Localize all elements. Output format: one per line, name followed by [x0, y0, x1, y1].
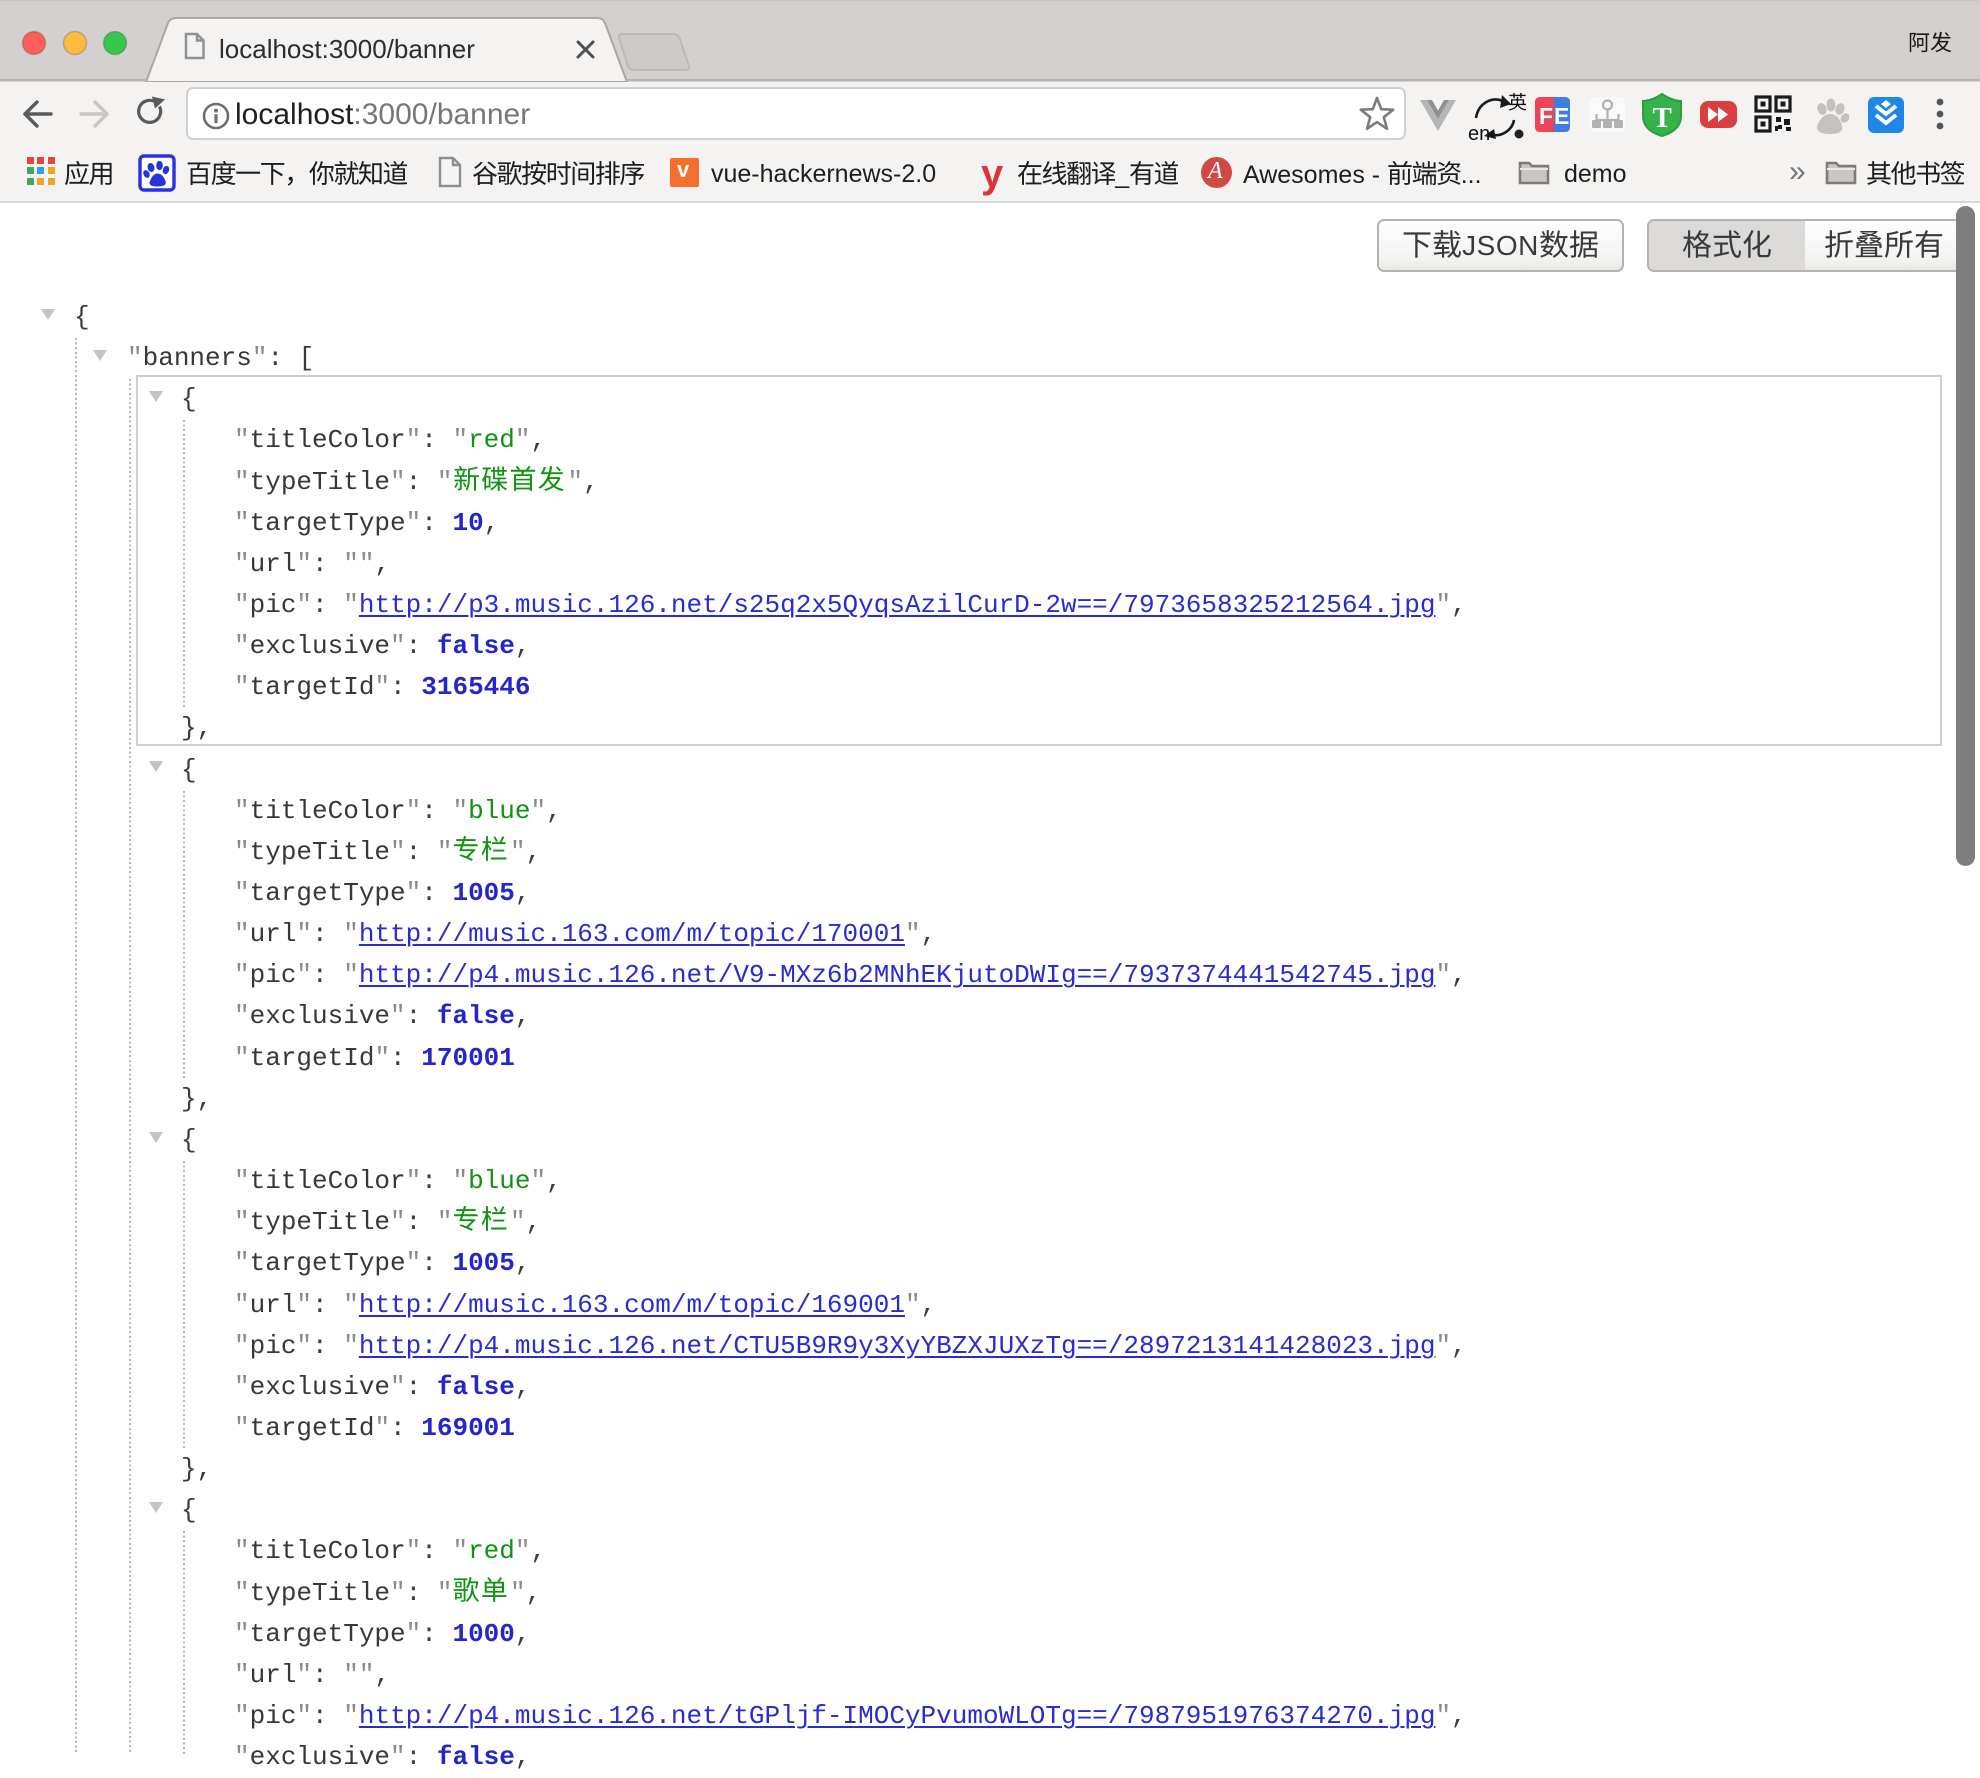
svg-text:E: E: [1554, 103, 1569, 129]
svg-text:en: en: [1468, 123, 1490, 145]
svg-text:T: T: [1653, 102, 1672, 134]
svg-text:F: F: [1539, 103, 1553, 129]
